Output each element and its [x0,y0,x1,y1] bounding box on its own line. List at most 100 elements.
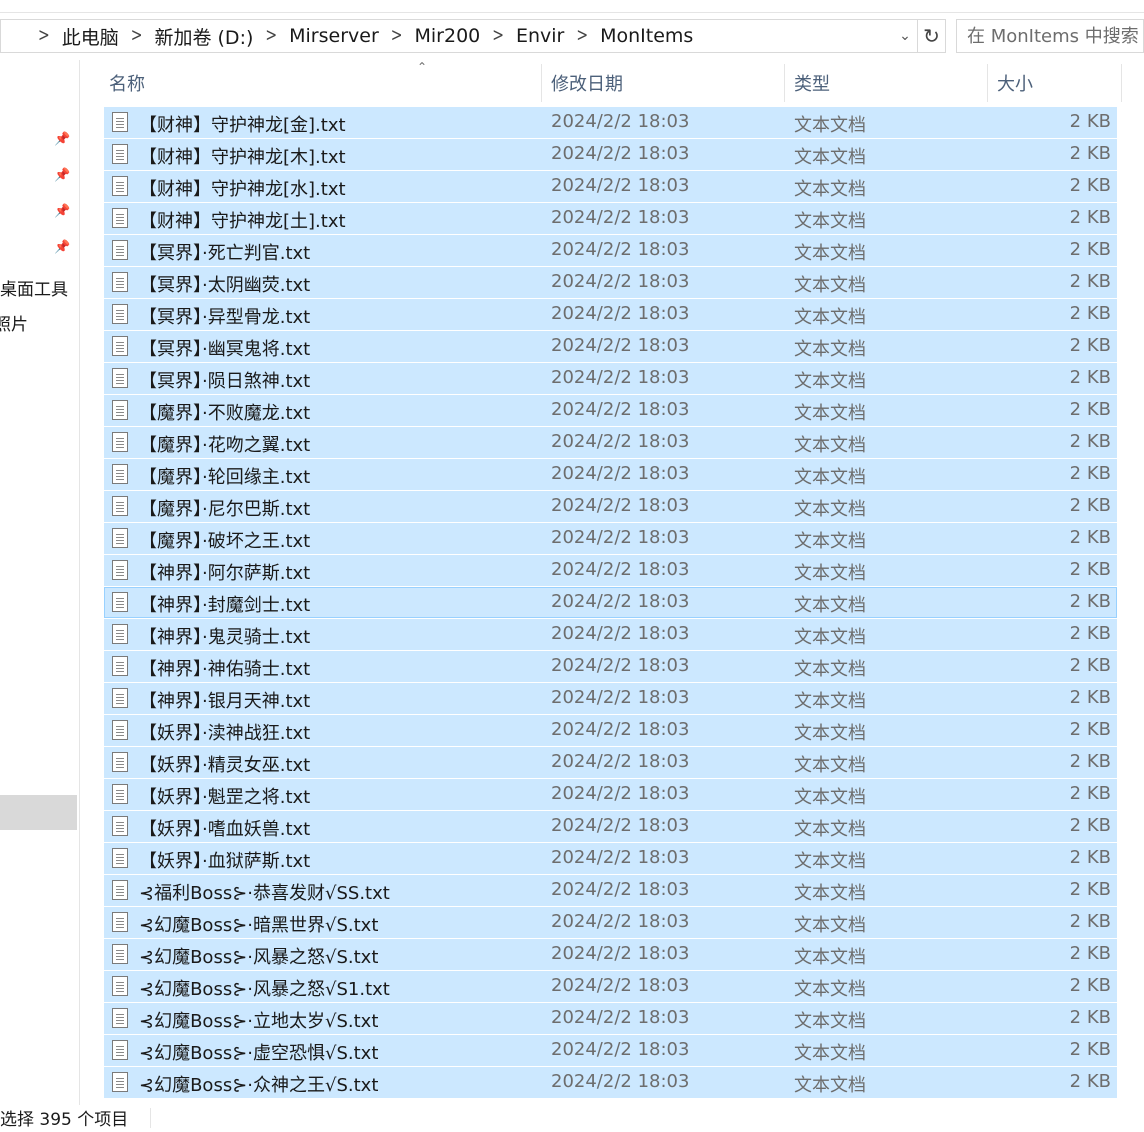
file-row[interactable]: ⊰幻魔Boss⊱·虚空恐惧√S.txt 2024/2/2 18:03 文本文档 2 K… [104,1035,1117,1066]
file-type: 文本文档 [794,307,866,328]
file-modified-date: 2024/2/2 18:03 [551,367,690,388]
file-row[interactable]: ⊰幻魔Boss⊱·众神之王√S.txt 2024/2/2 18:03 文本文档 2 K… [104,1067,1117,1098]
file-name: ⊰幻魔Boss⊱·虚空恐惧√S.txt [139,1043,379,1064]
file-row[interactable]: 【财神】守护神龙[木].txt 2024/2/2 18:03 文本文档 2 KB [104,139,1117,170]
file-row[interactable]: 【妖界】·嗜血妖兽.txt 2024/2/2 18:03 文本文档 2 KB [104,811,1117,842]
file-type: 文本文档 [794,275,866,296]
file-type: 文本文档 [794,211,866,232]
file-size: 2 KB [1069,495,1111,516]
file-row[interactable]: 【冥界】·异型骨龙.txt 2024/2/2 18:03 文本文档 2 KB [104,299,1117,330]
nav-item-desktop-tools[interactable]: 桌面工具 [0,275,68,300]
file-size: 2 KB [1069,111,1111,132]
breadcrumb-item[interactable]: MonItems [600,25,693,47]
file-row[interactable]: ⊰幻魔Boss⊱·风暴之怒√S1.txt 2024/2/2 18:03 文本文档 2 … [104,971,1117,1002]
text-file-icon [112,752,128,772]
column-header-size[interactable]: 大小 [992,64,1122,102]
chevron-right-icon[interactable]: > [131,26,143,47]
chevron-right-icon[interactable]: > [38,26,50,47]
column-divider[interactable] [541,64,542,102]
nav-item-photos[interactable]: 照片 [0,310,28,335]
file-row[interactable]: 【妖界】·精灵女巫.txt 2024/2/2 18:03 文本文档 2 KB [104,747,1117,778]
file-row[interactable]: 【神界】·阿尔萨斯.txt 2024/2/2 18:03 文本文档 2 KB [104,555,1117,586]
column-divider[interactable] [784,64,785,102]
column-divider[interactable] [1121,64,1122,102]
file-row[interactable]: 【神界】·银月天神.txt 2024/2/2 18:03 文本文档 2 KB [104,683,1117,714]
chevron-right-icon[interactable]: > [492,26,504,47]
file-row[interactable]: 【魔界】·破坏之王.txt 2024/2/2 18:03 文本文档 2 KB [104,523,1117,554]
pin-icon[interactable]: 📌 [54,204,70,220]
refresh-icon[interactable]: ↻ [918,19,946,53]
breadcrumb-item[interactable]: 此电脑 [62,23,119,50]
file-modified-date: 2024/2/2 18:03 [551,559,690,580]
chevron-down-icon[interactable]: ⌄ [893,24,917,48]
file-modified-date: 2024/2/2 18:03 [551,751,690,772]
nav-selected-item[interactable] [0,795,77,830]
file-row[interactable]: 【冥界】·幽冥鬼将.txt 2024/2/2 18:03 文本文档 2 KB [104,331,1117,362]
file-row[interactable]: ⊰福利Boss⊱·恭喜发财√SS.txt 2024/2/2 18:03 文本文档 2 … [104,875,1117,906]
file-modified-date: 2024/2/2 18:03 [551,527,690,548]
file-row[interactable]: 【魔界】·尼尔巴斯.txt 2024/2/2 18:03 文本文档 2 KB [104,491,1117,522]
chevron-right-icon[interactable]: > [265,26,277,47]
file-size: 2 KB [1069,847,1111,868]
file-type: 文本文档 [794,147,866,168]
file-row[interactable]: 【魔界】·花吻之翼.txt 2024/2/2 18:03 文本文档 2 KB [104,427,1117,458]
file-list: 【财神】守护神龙[金].txt 2024/2/2 18:03 文本文档 2 KB 【财神… [104,107,1117,1099]
text-file-icon [112,944,128,964]
file-row[interactable]: 【财神】守护神龙[水].txt 2024/2/2 18:03 文本文档 2 KB [104,171,1117,202]
file-row[interactable]: 【妖界】·血狱萨斯.txt 2024/2/2 18:03 文本文档 2 KB [104,843,1117,874]
file-row[interactable]: 【妖界】·魁罡之将.txt 2024/2/2 18:03 文本文档 2 KB [104,779,1117,810]
file-name: 【妖界】·血狱萨斯.txt [139,851,311,872]
file-modified-date: 2024/2/2 18:03 [551,783,690,804]
file-name: 【冥界】·太阴幽荧.txt [139,275,311,296]
file-row[interactable]: 【魔界】·轮回缘主.txt 2024/2/2 18:03 文本文档 2 KB [104,459,1117,490]
file-size: 2 KB [1069,591,1111,612]
chevron-right-icon[interactable]: > [576,26,588,47]
breadcrumb-item[interactable]: Mir200 [415,25,481,47]
breadcrumb-item[interactable]: Envir [516,25,564,47]
pin-icon[interactable]: 📌 [54,132,70,148]
file-row[interactable]: 【妖界】·渎神战狂.txt 2024/2/2 18:03 文本文档 2 KB [104,715,1117,746]
column-divider[interactable] [987,64,988,102]
file-size: 2 KB [1069,1007,1111,1028]
file-size: 2 KB [1069,911,1111,932]
column-header-type[interactable]: 类型 [789,64,987,102]
chevron-right-icon[interactable]: > [391,26,403,47]
file-row[interactable]: 【财神】守护神龙[金].txt 2024/2/2 18:03 文本文档 2 KB [104,107,1117,138]
column-header-date[interactable]: 修改日期 [546,64,784,102]
file-row[interactable]: 【冥界】·太阴幽荧.txt 2024/2/2 18:03 文本文档 2 KB [104,267,1117,298]
breadcrumb-item[interactable]: Mirserver [289,25,379,47]
text-file-icon [112,560,128,580]
file-size: 2 KB [1069,271,1111,292]
file-row[interactable]: 【神界】·鬼灵骑士.txt 2024/2/2 18:03 文本文档 2 KB [104,619,1117,650]
file-modified-date: 2024/2/2 18:03 [551,239,690,260]
search-input[interactable] [956,19,1144,53]
file-type: 文本文档 [794,851,866,872]
file-type: 文本文档 [794,371,866,392]
file-row[interactable]: ⊰幻魔Boss⊱·立地太岁√S.txt 2024/2/2 18:03 文本文档 2 K… [104,1003,1117,1034]
file-name: ⊰福利Boss⊱·恭喜发财√SS.txt [139,883,390,904]
file-name: 【财神】守护神龙[金].txt [139,115,346,136]
file-name: ⊰幻魔Boss⊱·风暴之怒√S1.txt [139,979,390,1000]
file-row[interactable]: 【冥界】·陨日煞神.txt 2024/2/2 18:03 文本文档 2 KB [104,363,1117,394]
file-modified-date: 2024/2/2 18:03 [551,463,690,484]
file-type: 文本文档 [794,883,866,904]
pin-icon[interactable]: 📌 [54,240,70,256]
file-row[interactable]: 【冥界】·死亡判官.txt 2024/2/2 18:03 文本文档 2 KB [104,235,1117,266]
file-modified-date: 2024/2/2 18:03 [551,271,690,292]
file-row[interactable]: 【神界】·神佑骑士.txt 2024/2/2 18:03 文本文档 2 KB [104,651,1117,682]
file-row[interactable]: ⊰幻魔Boss⊱·风暴之怒√S.txt 2024/2/2 18:03 文本文档 2 K… [104,939,1117,970]
breadcrumb-item[interactable]: 新加卷 (D:) [154,23,253,50]
status-selection-count: 选择 395 个项目 [0,1110,129,1130]
file-size: 2 KB [1069,335,1111,356]
file-size: 2 KB [1069,751,1111,772]
pin-icon[interactable]: 📌 [54,168,70,184]
file-size: 2 KB [1069,1071,1111,1092]
file-row[interactable]: 【财神】守护神龙[土].txt 2024/2/2 18:03 文本文档 2 KB [104,203,1117,234]
column-header-name[interactable]: 名称 [104,64,541,102]
file-modified-date: 2024/2/2 18:03 [551,207,690,228]
file-type: 文本文档 [794,979,866,1000]
file-name: 【神界】·鬼灵骑士.txt [139,627,311,648]
file-row[interactable]: 【神界】·封魔剑士.txt 2024/2/2 18:03 文本文档 2 KB [104,587,1117,618]
file-row[interactable]: 【魔界】·不败魔龙.txt 2024/2/2 18:03 文本文档 2 KB [104,395,1117,426]
file-row[interactable]: ⊰幻魔Boss⊱·暗黑世界√S.txt 2024/2/2 18:03 文本文档 2 K… [104,907,1117,938]
